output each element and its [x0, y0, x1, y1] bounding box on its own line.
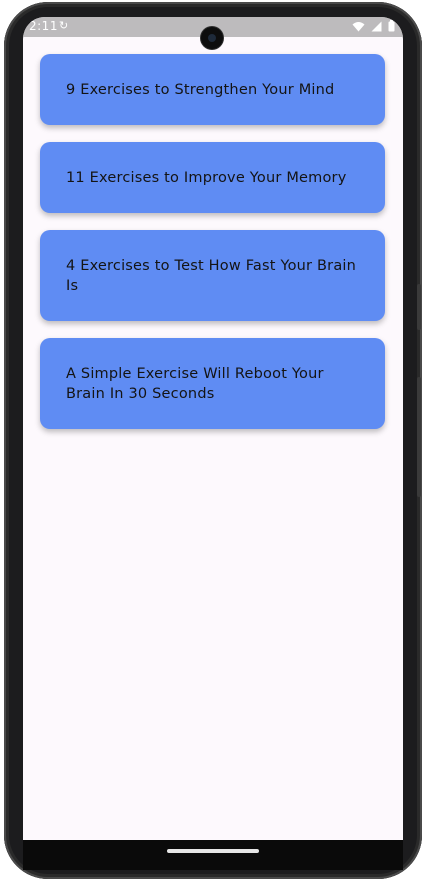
- volume-button: [417, 377, 421, 497]
- exercise-card[interactable]: 9 Exercises to Strengthen Your Mind: [40, 54, 385, 125]
- exercise-card-title: 11 Exercises to Improve Your Memory: [66, 169, 347, 186]
- status-time: 2:11: [29, 19, 58, 33]
- exercise-card[interactable]: 4 Exercises to Test How Fast Your Brain …: [40, 230, 385, 321]
- exercise-card-title: 4 Exercises to Test How Fast Your Brain …: [66, 257, 357, 294]
- sync-icon: ↻: [59, 19, 69, 32]
- cellular-signal-icon: [371, 21, 382, 31]
- power-button: [417, 284, 421, 330]
- status-icons: [352, 20, 395, 32]
- app-screen: 2:11 ↻ 9 Exercises to Strengthen Your Mi…: [23, 17, 403, 859]
- wifi-icon: [352, 21, 365, 31]
- exercise-card-title: A Simple Exercise Will Reboot Your Brain…: [66, 365, 324, 402]
- exercise-card-list: 9 Exercises to Strengthen Your Mind 11 E…: [40, 54, 385, 446]
- home-gesture-handle[interactable]: [167, 849, 259, 853]
- system-navigation-bar: [23, 840, 403, 870]
- battery-icon: [388, 20, 395, 32]
- camera-lens: [208, 34, 216, 42]
- front-camera-icon: [201, 27, 223, 49]
- exercise-card[interactable]: A Simple Exercise Will Reboot Your Brain…: [40, 338, 385, 429]
- exercise-card-title: 9 Exercises to Strengthen Your Mind: [66, 81, 335, 98]
- exercise-card[interactable]: 11 Exercises to Improve Your Memory: [40, 142, 385, 213]
